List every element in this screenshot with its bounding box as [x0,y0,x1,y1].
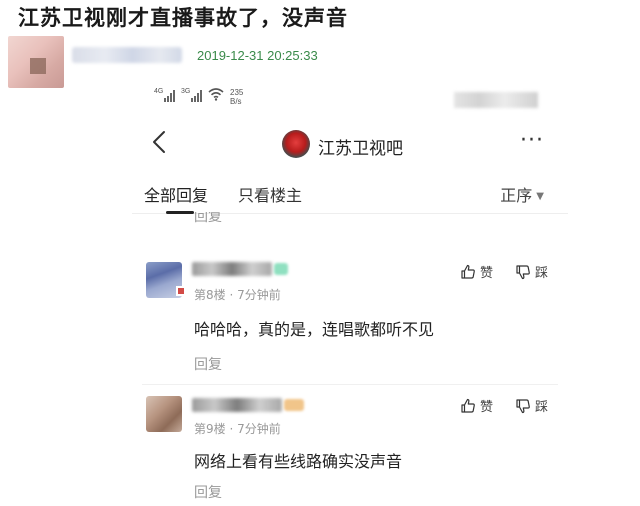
reply-button[interactable]: 回复 [194,354,222,374]
user-badge-blurred [284,399,304,411]
user-badge-blurred [274,263,288,275]
comment-text: 哈哈哈，真的是，连唱歌都听不见 [194,320,435,339]
wifi-icon [208,88,224,104]
bar-name[interactable]: 江苏卫视吧 [318,134,403,159]
thumbs-up-icon [461,264,475,279]
sort-dropdown[interactable]: 正序 ▼ [500,182,544,206]
reply-button[interactable]: 回复 [194,482,222,502]
like-button[interactable]: 赞 [460,262,493,281]
avatar[interactable] [146,396,182,432]
status-icons-blurred [454,92,538,108]
poster-avatar[interactable] [8,36,64,88]
like-button[interactable]: 赞 [460,396,493,415]
phone-screenshot: 4G 3G 235 B/s 江苏卫视吧 ··· 全部回复 只看楼主 正序 ▼ 回复 [132,84,568,506]
chevron-left-icon [153,131,165,153]
username-blurred[interactable] [192,398,282,412]
reply-tabs: 全部回复 只看楼主 正序 ▼ [132,180,568,214]
floor-time: 第9楼 · 7分钟前 [194,422,281,436]
post-timestamp: 2019-12-31 20:25:33 [197,48,318,63]
like-label: 赞 [479,266,493,281]
dislike-label: 踩 [534,400,548,415]
tab-owner-only[interactable]: 只看楼主 [238,182,302,206]
network-speed: 235 B/s [230,88,244,106]
avatar[interactable] [146,262,186,298]
signal-icon: 4G [154,88,175,102]
thumbs-down-icon [516,264,530,279]
status-bar: 4G 3G 235 B/s [154,88,243,112]
divider [142,384,558,385]
bar-logo[interactable] [282,130,310,158]
thumbs-up-icon [461,398,475,413]
poster-name-blurred[interactable] [72,47,182,63]
dislike-button[interactable]: 踩 [515,262,548,281]
top-nav: 江苏卫视吧 ··· [132,124,568,164]
cut-off-reply-button[interactable]: 回复 [194,212,222,226]
dislike-button[interactable]: 踩 [515,396,548,415]
active-tab-indicator [166,211,194,214]
post-title: 江苏卫视刚才直播事故了，没声音 [18,6,348,30]
sort-label: 正序 [500,186,533,205]
signal-icon-2: 3G [181,88,202,102]
like-label: 赞 [479,400,493,415]
floor-time: 第8楼 · 7分钟前 [194,288,281,302]
thumbs-down-icon [516,398,530,413]
more-options-button[interactable]: ··· [520,128,544,153]
dislike-label: 踩 [534,266,548,281]
tab-all-replies[interactable]: 全部回复 [144,182,208,206]
username-blurred[interactable] [192,262,272,276]
back-button[interactable] [152,130,166,159]
caret-down-icon: ▼ [536,191,544,202]
comment-text: 网络上看有些线路确实没声音 [194,452,403,471]
